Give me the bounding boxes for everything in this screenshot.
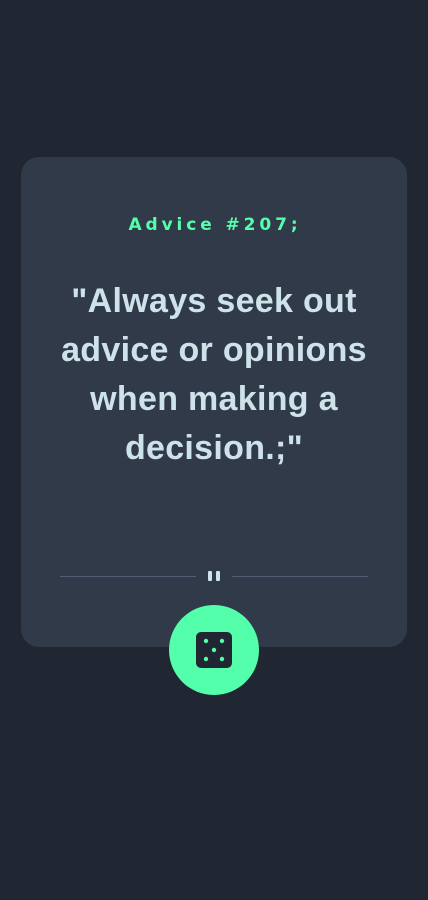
pause-icon (208, 571, 220, 581)
advice-id-label: Advice #207; (128, 215, 302, 235)
generate-advice-button[interactable] (169, 605, 259, 695)
divider-line-left (60, 576, 196, 577)
advice-quote: "Always seek out advice or opinions when… (61, 282, 367, 467)
divider-line-right (232, 576, 368, 577)
dice-icon (196, 632, 232, 668)
